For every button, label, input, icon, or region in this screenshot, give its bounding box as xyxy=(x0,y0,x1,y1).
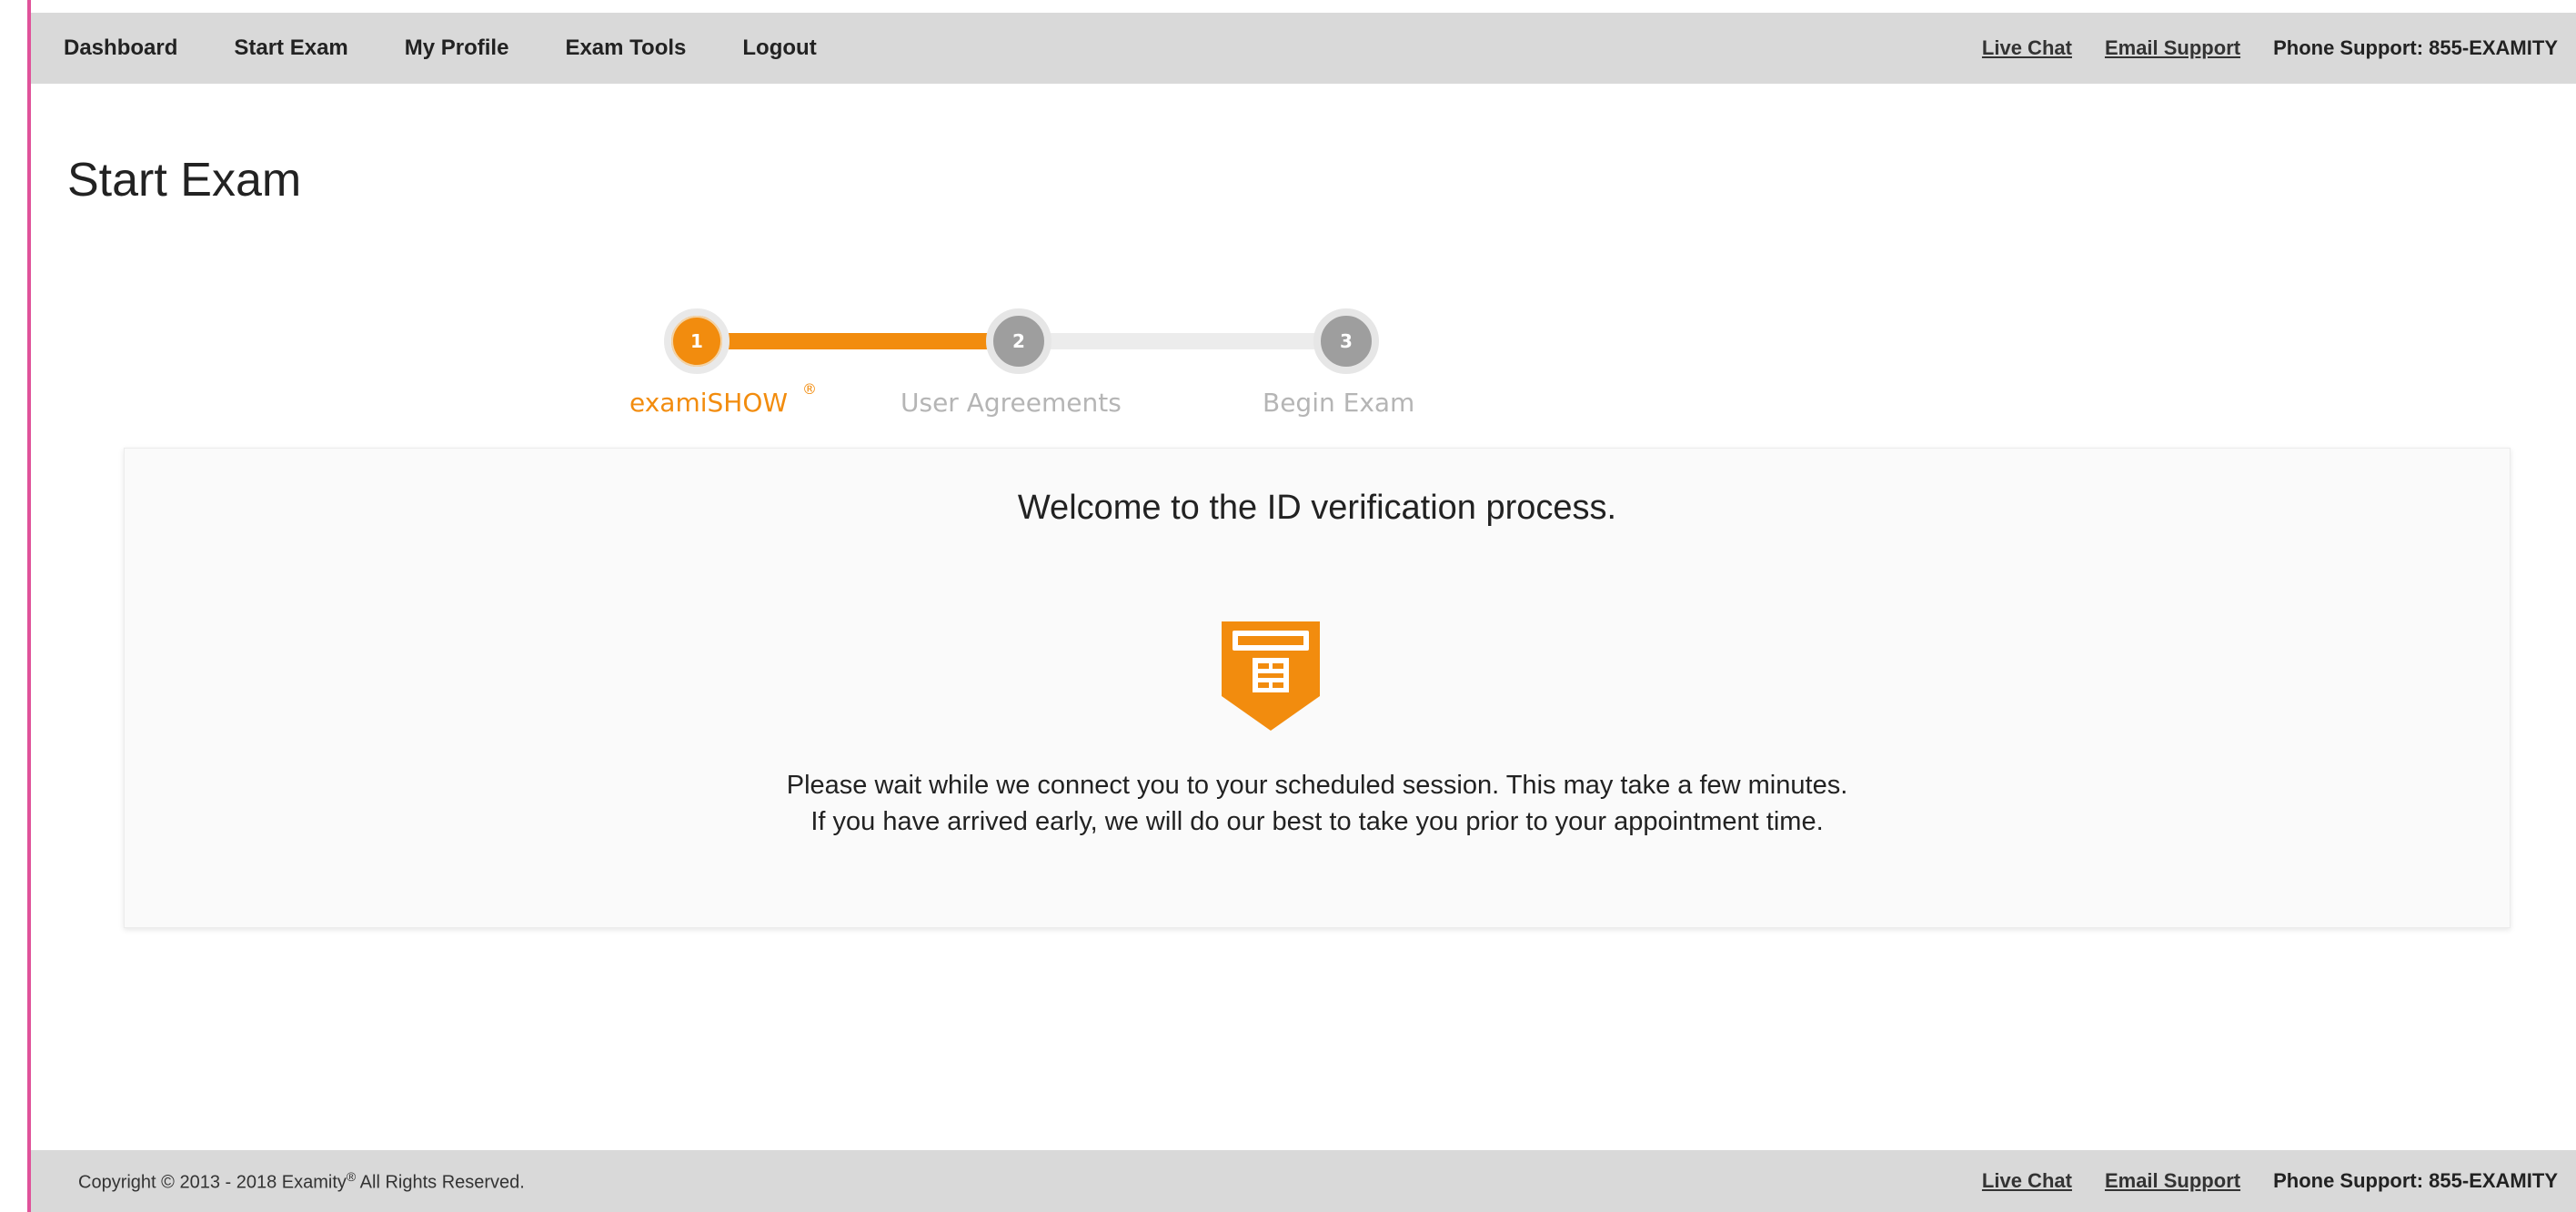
step-1-label: examiSHOW xyxy=(629,388,789,418)
step-2-label: User Agreements xyxy=(901,388,1122,418)
wait-message-line-1: Please wait while we connect you to your… xyxy=(786,771,1848,800)
top-nav-bar: Dashboard Start Exam My Profile Exam Too… xyxy=(31,13,2576,84)
step-3-label: Begin Exam xyxy=(1263,388,1415,418)
left-margin xyxy=(0,0,27,1212)
footer-bar: Copyright © 2013 - 2018 Examity® All Rig… xyxy=(31,1150,2576,1212)
live-chat-link[interactable]: Live Chat xyxy=(1982,36,2072,60)
step-1-registered-mark: ® xyxy=(802,380,817,398)
id-shield-icon xyxy=(1222,621,1320,731)
page-title: Start Exam xyxy=(67,154,302,207)
nav-start-exam[interactable]: Start Exam xyxy=(234,35,347,61)
nav-my-profile[interactable]: My Profile xyxy=(405,35,509,61)
left-border-line xyxy=(27,0,31,1212)
email-support-link[interactable]: Email Support xyxy=(2105,36,2240,60)
step-3-circle: 3 xyxy=(1313,308,1379,374)
nav-exam-tools[interactable]: Exam Tools xyxy=(565,35,686,61)
footer-live-chat-link[interactable]: Live Chat xyxy=(1982,1169,2072,1193)
step-1-circle: 1 xyxy=(664,308,730,374)
nav-dashboard[interactable]: Dashboard xyxy=(64,35,177,61)
step-2-circle: 2 xyxy=(986,308,1052,374)
progress-stepper: 1 2 3 examiSHOW ® User Agreements Begin … xyxy=(600,293,1437,448)
wait-message: Please wait while we connect you to your… xyxy=(125,767,2510,840)
copyright-suffix: All Rights Reserved. xyxy=(356,1172,525,1193)
nav-logout[interactable]: Logout xyxy=(742,35,816,61)
phone-support-text: Phone Support: 855-EXAMITY xyxy=(2273,36,2558,59)
welcome-heading: Welcome to the ID verification process. xyxy=(1017,489,1617,527)
wait-message-line-2: If you have arrived early, we will do ou… xyxy=(810,807,1824,836)
copyright-text: Copyright © 2013 - 2018 Examity® All Rig… xyxy=(78,1169,525,1194)
stepper-progress-fill xyxy=(697,333,1019,349)
footer-phone-support-text: Phone Support: 855-EXAMITY xyxy=(2273,1169,2558,1192)
page: Dashboard Start Exam My Profile Exam Too… xyxy=(0,0,2576,1212)
main-nav: Dashboard Start Exam My Profile Exam Too… xyxy=(64,35,817,61)
support-links: Live Chat Email Support Phone Support: 8… xyxy=(1982,36,2558,60)
top-margin xyxy=(31,0,2576,13)
footer-support-links: Live Chat Email Support Phone Support: 8… xyxy=(1982,1169,2558,1193)
id-verification-card: Welcome to the ID verification process. … xyxy=(124,448,2511,928)
footer-email-support-link[interactable]: Email Support xyxy=(2105,1169,2240,1193)
copyright-prefix: Copyright © 2013 - 2018 Examity xyxy=(78,1172,347,1193)
copyright-registered-mark: ® xyxy=(346,1168,357,1184)
